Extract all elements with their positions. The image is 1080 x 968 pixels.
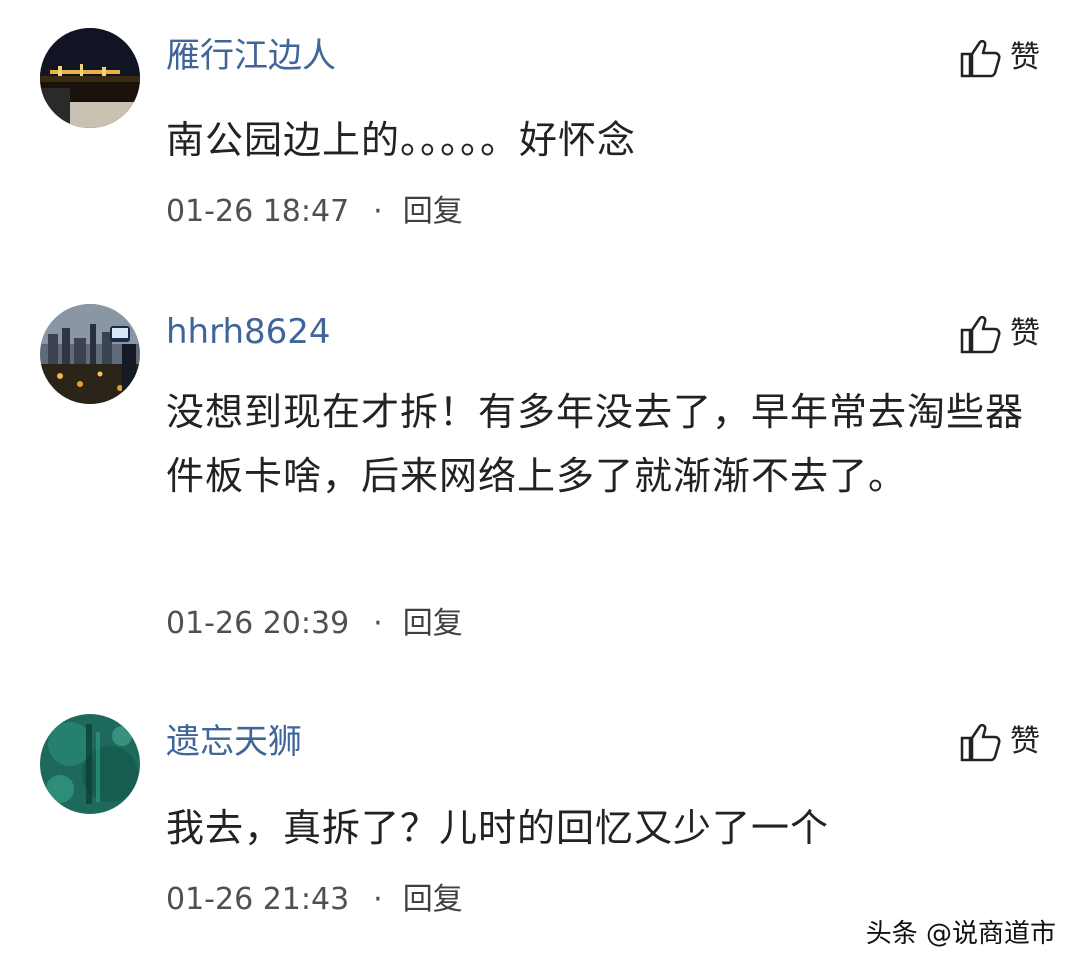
username[interactable]: 遗忘天狮 [166, 722, 302, 762]
timestamp: 01-26 20:39 [166, 606, 350, 641]
reply-button[interactable]: 回复 [403, 604, 463, 644]
night-city-avatar-icon [40, 28, 140, 128]
comment-text: 南公园边上的。。。。。好怀念 [166, 118, 637, 162]
comment-item-1: 雁行江边人 赞 南公园边上的。。。。。好怀念 01-26 18:47 · 回复 [0, 0, 1080, 260]
comment-item-2: hhrh8624 赞 没想到现在才拆！有多年没去了，早年常去淘些器件板卡啥，后来… [0, 260, 1080, 680]
comment-meta: 01-26 21:43 · 回复 [166, 880, 463, 920]
avatar[interactable] [40, 304, 140, 404]
like-button[interactable]: 赞 [958, 720, 1040, 764]
reply-button[interactable]: 回复 [403, 880, 463, 920]
timestamp: 01-26 18:47 [166, 194, 350, 229]
green-pattern-avatar-icon [40, 714, 140, 814]
thumbs-up-icon [960, 39, 1001, 78]
like-button[interactable]: 赞 [958, 312, 1040, 356]
comment-meta: 01-26 20:39 · 回复 [166, 604, 463, 644]
username[interactable]: hhrh8624 [166, 312, 331, 352]
comment-meta: 01-26 18:47 · 回复 [166, 192, 463, 232]
like-button[interactable]: 赞 [958, 36, 1040, 80]
like-label: 赞 [1010, 724, 1040, 759]
timestamp: 01-26 21:43 [166, 882, 350, 917]
username[interactable]: 雁行江边人 [166, 36, 336, 76]
comment-text: 没想到现在才拆！有多年没去了，早年常去淘些器件板卡啥，后来网络上多了就渐渐不去了… [166, 390, 1025, 498]
thumbs-up-icon [960, 315, 1001, 354]
comment-text: 我去，真拆了？儿时的回忆又少了一个 [166, 806, 830, 850]
separator-dot: · [373, 606, 383, 641]
avatar[interactable] [40, 28, 140, 128]
like-label: 赞 [1010, 316, 1040, 351]
thumbs-up-icon [960, 723, 1001, 762]
avatar[interactable] [40, 714, 140, 814]
separator-dot: · [373, 882, 383, 917]
separator-dot: · [373, 194, 383, 229]
like-label: 赞 [1010, 40, 1040, 75]
city-skyline-avatar-icon [40, 304, 140, 404]
reply-button[interactable]: 回复 [403, 192, 463, 232]
watermark: 头条 @说商道市 [865, 919, 1056, 949]
